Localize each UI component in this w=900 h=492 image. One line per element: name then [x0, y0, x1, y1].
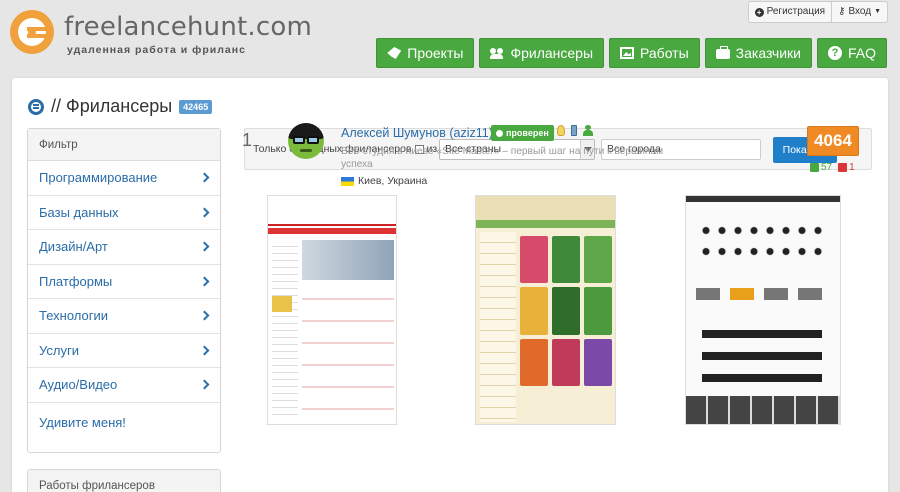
- freelancer-location: Киев, Украина: [341, 175, 427, 187]
- nav-works-button[interactable]: Работы: [609, 38, 700, 68]
- category-databases[interactable]: Базы данных: [28, 196, 220, 230]
- verified-label: проверен: [506, 128, 549, 138]
- works-panel-title: Работы фрилансеров: [27, 469, 221, 492]
- site-header: freelancehunt.com удаленная работа и фри…: [0, 0, 900, 80]
- thumbs-down-icon: [838, 163, 848, 172]
- chevron-right-icon: [199, 241, 210, 252]
- category-audio-video[interactable]: Аудио/Видео: [28, 368, 220, 403]
- category-label: Базы данных: [39, 204, 119, 220]
- votes: 57 1: [810, 162, 855, 173]
- login-label: Вход: [848, 6, 872, 17]
- votes-up-count: 57: [821, 162, 833, 173]
- plus-circle-icon: +: [754, 7, 764, 17]
- question-icon: ?: [827, 46, 842, 60]
- freelancer-rank: 1: [242, 130, 253, 150]
- category-label: Программирование: [39, 170, 158, 186]
- briefcase-icon: [715, 46, 730, 59]
- freelancehunt-icon: [28, 98, 44, 115]
- auth-buttons: + Регистрация ⚷ Вход ▼: [747, 1, 888, 23]
- category-label: Технологии: [39, 308, 109, 324]
- caret-down-icon: ▼: [874, 8, 881, 15]
- nav-projects-label: Проекты: [407, 45, 464, 61]
- freelancer-description: Веб-студия в Киеве «Site Master» – первы…: [341, 146, 664, 170]
- freelancer-count-badge: 42465: [179, 99, 213, 114]
- surprise-label: Удивите меня!: [39, 415, 126, 430]
- category-programming[interactable]: Программирование: [28, 161, 220, 196]
- surprise-me-link[interactable]: Удивите меня!: [28, 403, 220, 443]
- location-text: Киев, Украина: [358, 175, 428, 187]
- category-services[interactable]: Услуги: [28, 334, 220, 368]
- logo-icon: [10, 10, 54, 54]
- filter-panel: Фильтр Программирование Базы данных Диза…: [27, 128, 221, 453]
- chevron-right-icon: [199, 379, 210, 390]
- filter-title: Фильтр: [28, 129, 220, 161]
- votes-down: 1: [838, 162, 855, 173]
- category-label: Дизайн/Арт: [39, 239, 108, 255]
- nav-freelancers-button[interactable]: Фрилансеры: [479, 38, 605, 68]
- chevron-right-icon: [199, 276, 210, 287]
- avatar[interactable]: [288, 123, 324, 159]
- nav-faq-label: FAQ: [847, 45, 876, 61]
- users-icon: [490, 47, 504, 59]
- register-label: Регистрация: [766, 6, 826, 17]
- freelancer-badges: [557, 125, 593, 136]
- chevron-right-icon: [199, 345, 210, 356]
- ukraine-flag-icon: [341, 176, 354, 186]
- page-title: // Фрилансеры 42465: [28, 96, 213, 117]
- chevron-right-icon: [199, 172, 210, 183]
- freelancer-name-link[interactable]: Алексей Шумунов (aziz11): [341, 126, 493, 140]
- projects-icon: [387, 47, 402, 59]
- category-design-art[interactable]: Дизайн/Арт: [28, 230, 220, 265]
- category-platforms[interactable]: Платформы: [28, 265, 220, 299]
- category-label: Платформы: [39, 273, 113, 289]
- lightbulb-icon: [557, 125, 565, 136]
- shield-icon: [496, 129, 503, 137]
- category-technologies[interactable]: Технологии: [28, 299, 220, 334]
- login-button[interactable]: ⚷ Вход ▼: [831, 2, 887, 22]
- portfolio-thumbnail[interactable]: [475, 195, 616, 425]
- key-icon: ⚷: [838, 6, 846, 17]
- logo-name: freelancehunt.com: [64, 12, 313, 42]
- category-label: Аудио/Видео: [39, 377, 118, 393]
- main-nav: Проекты Фрилансеры Работы Заказчики ? FA…: [376, 38, 887, 68]
- page-title-text: // Фрилансеры: [51, 96, 173, 116]
- register-button[interactable]: + Регистрация: [749, 2, 831, 22]
- nav-works-label: Работы: [640, 45, 689, 61]
- nav-freelancers-label: Фрилансеры: [510, 45, 594, 61]
- nav-clients-label: Заказчики: [735, 45, 801, 61]
- votes-up: 57: [810, 162, 832, 173]
- site-logo[interactable]: freelancehunt.com удаленная работа и фри…: [10, 8, 312, 58]
- rating-score: 4064: [807, 126, 859, 156]
- picture-icon: [620, 47, 635, 59]
- nav-projects-button[interactable]: Проекты: [376, 38, 475, 68]
- verified-badge: проверен: [491, 125, 554, 141]
- votes-down-count: 1: [849, 162, 855, 173]
- category-label: Услуги: [39, 342, 79, 358]
- logo-tagline: удаленная работа и фриланс: [67, 44, 246, 56]
- portfolio-thumbnail[interactable]: [685, 195, 841, 425]
- phone-icon: [571, 125, 577, 136]
- nav-clients-button[interactable]: Заказчики: [704, 38, 812, 68]
- thumbs-up-icon: [810, 163, 819, 172]
- nav-faq-button[interactable]: ? FAQ: [816, 38, 887, 68]
- portfolio-thumbnail[interactable]: [267, 195, 397, 425]
- chevron-right-icon: [199, 207, 210, 218]
- user-icon: [583, 125, 593, 136]
- chevron-right-icon: [199, 310, 210, 321]
